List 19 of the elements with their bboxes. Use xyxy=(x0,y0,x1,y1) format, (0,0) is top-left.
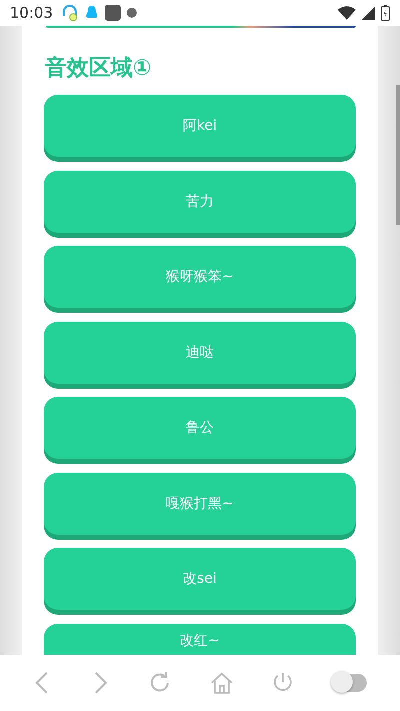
status-time: 10:03 xyxy=(10,4,54,22)
sound-button[interactable]: 阿kei xyxy=(44,95,356,157)
app-icon xyxy=(105,5,122,21)
sound-button[interactable]: 鲁公 xyxy=(44,397,356,459)
notification-icon xyxy=(127,8,138,18)
penguin-icon xyxy=(85,5,100,21)
home-icon[interactable] xyxy=(210,671,234,695)
sound-button[interactable]: 改sei xyxy=(44,548,356,610)
wifi-icon xyxy=(338,6,356,20)
sound-button[interactable]: 改红~ xyxy=(44,624,356,655)
toggle-switch[interactable] xyxy=(333,674,368,692)
headset-icon xyxy=(61,4,80,22)
sound-button[interactable]: 苦力 xyxy=(44,170,356,232)
sound-button[interactable]: 迪哒 xyxy=(44,322,356,384)
sound-button[interactable]: 嘎猴打黑~ xyxy=(44,472,356,534)
battery-icon xyxy=(381,5,390,21)
sound-button[interactable]: 猴呀猴笨~ xyxy=(44,246,356,308)
section-title: 音效区域① xyxy=(45,54,153,83)
signal-icon xyxy=(362,6,375,20)
